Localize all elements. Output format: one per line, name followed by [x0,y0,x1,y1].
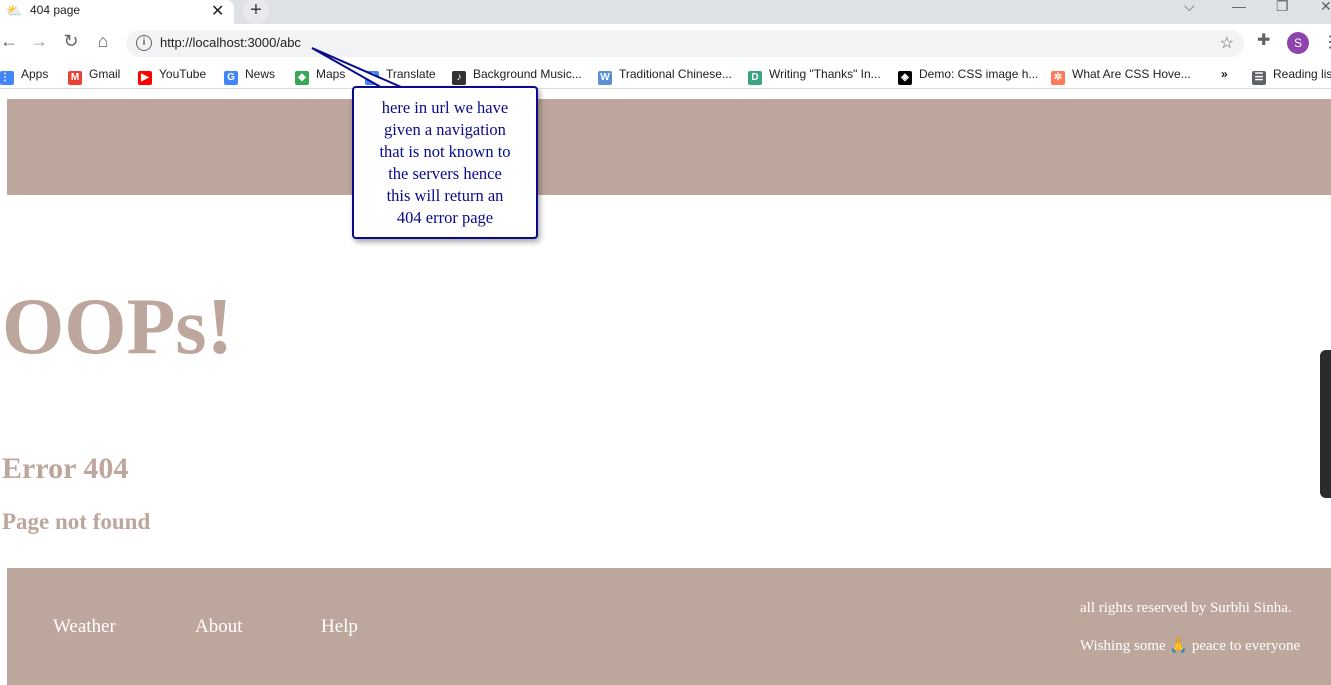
bookmark-item[interactable]: ✲ What Are CSS Hove... [1051,67,1191,85]
bookmark-item[interactable]: D Writing "Thanks" In... [748,67,881,85]
minimize-icon[interactable]: — [1232,0,1246,14]
bookmark-label: Maps [316,67,346,81]
bookmark-item[interactable]: ▶ YouTube [138,67,206,85]
bookmark-label: Apps [21,67,49,81]
news-icon: G [224,71,238,85]
annotation-line: here in url we have [381,98,509,117]
extensions-puzzle-icon[interactable]: ✚ [1257,30,1270,50]
bookmark-item[interactable]: ◈ Demo: CSS image h... [898,67,1038,85]
tab-title: 404 page [30,3,81,17]
reading-list-icon: ☰ [1252,71,1266,85]
not-found-message: Page not found [2,509,151,534]
oops-heading: OOPs! [2,283,234,371]
annotation-line: given a navigation [384,120,506,139]
home-icon[interactable]: ⌂ [92,31,114,52]
browser-toolbar: ← → ↻ ⌂ i http://localhost:3000/abc ☆ [0,24,1331,62]
forward-arrow-icon[interactable]: → [28,31,50,52]
site-info-icon[interactable]: i [136,35,152,51]
bookmark-item[interactable]: ☰ Reading list [1252,67,1331,85]
page-footer: Weather About Help all rights reserved b… [7,568,1331,685]
youtube-icon: ▶ [138,71,152,85]
maps-icon: ◆ [295,71,309,85]
bookmark-item[interactable]: G Translate [365,67,436,85]
annotation-line: the servers hence [388,164,502,183]
close-window-icon[interactable]: ✕ [1320,0,1331,15]
annotation-line: 404 error page [396,208,494,227]
page-header-banner [7,99,1331,195]
bookmark-item[interactable]: ⋮⋮Apps [0,67,48,85]
w-icon: W [598,71,612,85]
copyright-text: all rights reserved by Surbhi Sinha. [1080,600,1292,616]
new-tab-button[interactable]: + [243,0,269,24]
menu-dots-icon[interactable]: ⋮ [1322,32,1331,52]
apps-grid-icon: ⋮⋮ [0,71,20,85]
gmail-icon: M [68,71,82,85]
bookmark-label: News [245,67,276,81]
bookmark-label: Writing "Thanks" In... [769,67,881,81]
wish-text-start: Wishing some [1080,638,1166,654]
bookmark-label: Demo: CSS image h... [919,67,1039,81]
annotation-callout: here in url we have given a navigation t… [352,86,538,239]
d-icon: D [748,71,762,85]
music-icon: ♪ [452,71,466,85]
bookmark-item[interactable]: M Gmail [68,67,120,85]
bookmarks-overflow-button[interactable]: » [1221,67,1228,81]
active-tab[interactable]: ⛅ 404 page ✕ [0,0,234,24]
annotation-line: that is not known to [379,142,511,161]
bookmark-star-icon[interactable]: ☆ [1220,33,1234,53]
footer-link-about[interactable]: About [195,616,243,638]
codepen-icon: ◈ [898,71,912,85]
wish-text: Wishing some 🙏 peace to everyone [1080,636,1300,655]
bookmark-label: What Are CSS Hove... [1072,67,1191,81]
bookmark-label: Traditional Chinese... [619,67,732,81]
bookmark-item[interactable]: ◆ Maps [295,67,345,85]
weather-favicon-icon: ⛅ [6,3,23,18]
praying-hands-icon: 🙏 [1169,638,1189,654]
side-extension-panel[interactable] [1320,350,1331,498]
bookmark-item[interactable]: W Traditional Chinese... [598,67,732,85]
bookmark-item[interactable]: ♪ Background Music... [452,67,582,85]
footer-link-help[interactable]: Help [321,616,358,638]
wish-text-end: peace to everyone [1191,638,1301,654]
tab-strip: ⛅ 404 page ✕ + ⌵ — ❐ ✕ [0,0,1331,24]
translate-icon: G [365,71,379,85]
footer-link-weather[interactable]: Weather [53,616,116,638]
bookmark-item[interactable]: G News [224,67,275,85]
bookmark-label: Background Music... [473,67,582,81]
error-code-heading: Error 404 [2,452,129,485]
profile-avatar[interactable]: S [1287,32,1309,54]
bookmark-label: Reading list [1273,67,1331,81]
bookmarks-bar: ⋮⋮Apps M Gmail ▶ YouTube G News ◆ Maps G Translate… [0,62,1331,89]
bookmark-label: Translate [386,67,436,81]
back-arrow-icon[interactable]: ← [0,31,20,52]
reload-icon[interactable]: ↻ [60,31,82,52]
address-bar[interactable]: i http://localhost:3000/abc ☆ [126,30,1244,57]
hubspot-icon: ✲ [1051,71,1065,85]
bookmark-label: YouTube [159,67,207,81]
bookmark-label: Gmail [89,67,121,81]
restore-icon[interactable]: ❐ [1276,0,1289,15]
url-text[interactable]: http://localhost:3000/abc [160,35,301,50]
tab-search-chevron-icon[interactable]: ⌵ [1184,0,1195,15]
close-tab-icon[interactable]: ✕ [211,1,224,21]
annotation-line: this will return an [386,186,504,205]
